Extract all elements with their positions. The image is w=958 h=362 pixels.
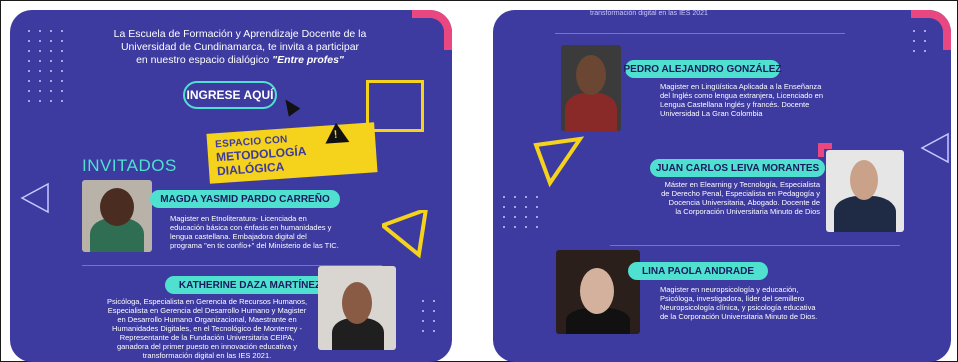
- bio-line: Lengua Castellana Inglés y francés. Doce…: [660, 100, 810, 109]
- guest-name-magda: MAGDA YASMID PARDO CARREÑO: [150, 190, 340, 208]
- intro-line-2: Universidad de Cundinamarca, te invita a…: [120, 41, 360, 53]
- guest-bio-katherine: Psicóloga, Especialista en Gerencia de R…: [78, 297, 336, 360]
- intro-line-1: La Escuela de Formación y Aprendizaje Do…: [113, 28, 367, 40]
- bio-line: Universidad La Gran Colombia: [660, 109, 763, 118]
- bio-line: Psicóloga, investigadora, líder del semi…: [660, 294, 805, 303]
- guest-bio-magda: Magister en Etnoliteratura- Licenciada e…: [170, 214, 390, 250]
- pink-corner-decoration: [412, 10, 452, 50]
- guest-bio-pedro: Magister en Lingüística Aplicada a la En…: [660, 82, 890, 118]
- bio-line: Docencia Universitaria, Abogado. Docente…: [668, 198, 820, 207]
- guest-name-juan-carlos: JUAN CARLOS LEIVA MORANTES: [650, 159, 825, 177]
- divider-line: [610, 245, 900, 246]
- bio-line: educación básica con énfasis en humanida…: [170, 223, 332, 232]
- bio-line: Magister en Lingüística Aplicada a la En…: [660, 82, 822, 91]
- guest-name-lina: LINA PAOLA ANDRADE: [628, 262, 768, 280]
- bio-line: Psicóloga, Especialista en Gerencia de R…: [106, 297, 308, 306]
- cut-off-text: transformación digital en las IES 2021: [590, 10, 708, 17]
- pointer-cursor-icon: [279, 95, 301, 117]
- guest-name-katherine: KATHERINE DAZA MARTÍNEZ: [165, 276, 335, 294]
- guest-photo-juan-carlos: [826, 150, 904, 232]
- dot-grid-decoration: [503, 196, 538, 228]
- dot-grid-decoration: [913, 30, 926, 52]
- triangle-outline-decoration: [920, 132, 949, 164]
- bio-line: la Corporación Universitaria Minuto de D…: [675, 207, 820, 216]
- bio-line: ganadora del primer puesto en innovación…: [116, 342, 298, 351]
- bio-line: Especialista en Gerencia del Desarrollo …: [107, 306, 307, 315]
- bio-line: programa "en tic confío+" del Ministerio…: [170, 241, 339, 250]
- bio-line: transformación digital en las IES 2021.: [142, 351, 272, 360]
- bio-line: lengua castellana. Embajadora digital de…: [170, 232, 307, 241]
- divider-line: [555, 33, 845, 34]
- bio-line: Máster en Elearning y Tecnología, Especi…: [664, 180, 820, 189]
- event-name: "Entre profes": [272, 54, 344, 66]
- warning-icon: [324, 122, 350, 144]
- bio-line: de la Corporación Universitaria Minuto d…: [660, 312, 818, 321]
- bio-line: Neuropsicología clínica, y psicología ed…: [660, 303, 816, 312]
- dot-grid-decoration: [28, 30, 63, 102]
- guest-name-pedro: PEDRO ALEJANDRO GONZÁLEZ: [624, 60, 781, 78]
- intro-text: La Escuela de Formación y Aprendizaje Do…: [70, 28, 410, 67]
- triangle-outline-decoration: [20, 182, 49, 214]
- bio-line: de Derecho Penal, Especialista en Pedago…: [661, 189, 820, 198]
- section-title: INVITADOS: [82, 156, 177, 175]
- guest-photo-magda: [82, 180, 152, 252]
- bio-line: Magister en Etnoliteratura- Licenciada e…: [170, 214, 307, 223]
- guest-bio-juan-carlos: Máster en Elearning y Tecnología, Especi…: [580, 180, 820, 216]
- methodology-banner: ESPACIO CON METODOLOGÍA DIALÓGICA: [206, 122, 378, 184]
- ingrese-aqui-button[interactable]: INGRESE AQUÍ: [183, 81, 277, 109]
- bio-line: Magister en neuropsicología y educación,: [660, 285, 799, 294]
- guest-bio-lina: Magister en neuropsicología y educación,…: [660, 285, 900, 321]
- bio-line: Humanidades Digitales, en el Tecnológico…: [112, 324, 302, 333]
- dot-grid-decoration: [422, 300, 435, 332]
- yellow-square-decoration: [366, 80, 424, 132]
- bio-line: del Inglés como lengua extranjera, Licen…: [660, 91, 824, 100]
- yellow-triangle-decoration: [382, 210, 429, 259]
- guest-photo-pedro: [561, 45, 621, 131]
- guest-photo-lina: [556, 250, 640, 334]
- guest-photo-katherine: [318, 266, 396, 350]
- left-flyer-panel: La Escuela de Formación y Aprendizaje Do…: [10, 10, 452, 362]
- bio-line: en Desarrollo Humano Organizacional, Mae…: [117, 315, 297, 324]
- intro-line-3: en nuestro espacio dialógico: [136, 54, 273, 66]
- bio-line: Representante de la Fundación Universita…: [119, 333, 295, 342]
